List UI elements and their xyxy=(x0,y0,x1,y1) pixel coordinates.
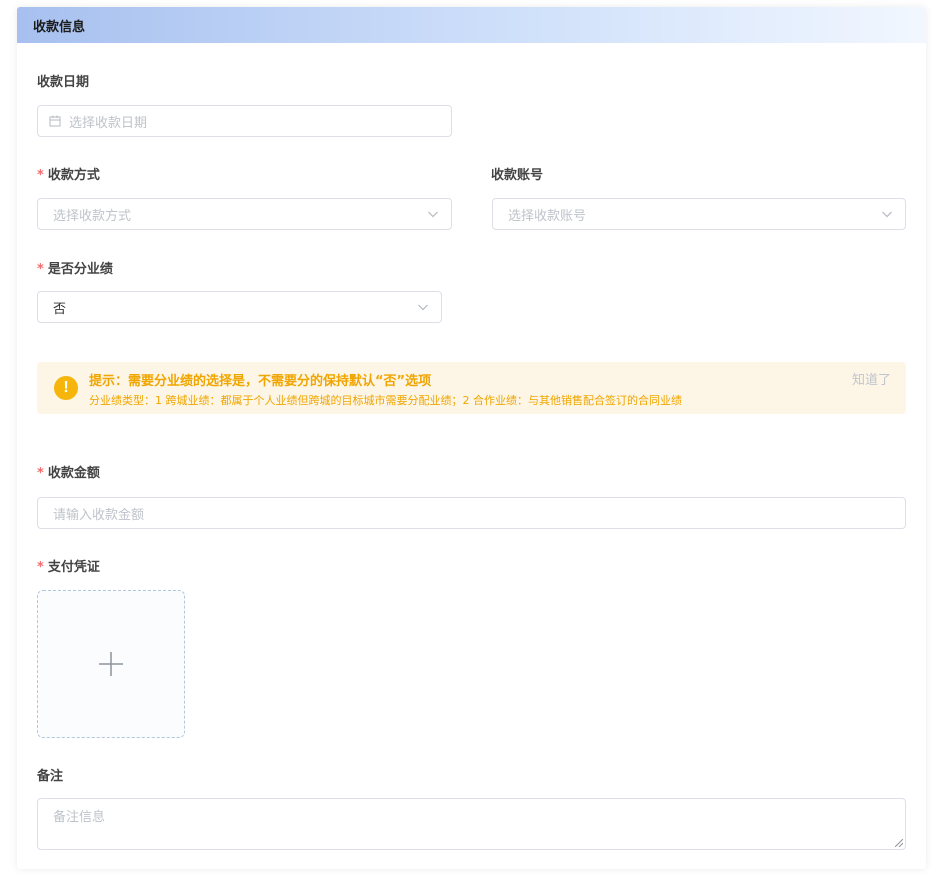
amount-input[interactable]: 请输入收款金额 xyxy=(37,497,906,529)
amount-label-text: 收款金额 xyxy=(47,466,100,481)
payment-method-label-text: 收款方式 xyxy=(47,168,100,183)
payment-date-placeholder: 选择收款日期 xyxy=(69,115,148,131)
payment-date-picker[interactable]: 选择收款日期 xyxy=(37,105,452,137)
tip-dismiss-button[interactable]: 知道了 xyxy=(852,369,891,388)
split-performance-label: * 是否分业绩 xyxy=(37,258,113,277)
tip-title: 提示：需要分业绩的选择是，不需要分的保持默认“否”选项 xyxy=(89,374,432,389)
split-performance-label-text: 是否分业绩 xyxy=(47,262,113,277)
payment-date-label: 收款日期 xyxy=(37,71,89,90)
payment-account-select[interactable]: 选择收款账号 xyxy=(492,198,906,230)
section-title: 收款信息 xyxy=(17,7,926,43)
resize-handle-icon[interactable] xyxy=(895,839,903,847)
tip-description: 分业绩类型：1 跨城业绩：都属于个人业绩但跨城的目标城市需要分配业绩；2 合作业… xyxy=(89,394,682,407)
calendar-icon xyxy=(49,115,61,127)
payment-account-placeholder: 选择收款账号 xyxy=(508,208,587,224)
amount-label: * 收款金额 xyxy=(37,462,100,481)
required-mark: * xyxy=(37,168,44,183)
plus-icon xyxy=(99,652,123,676)
remark-label: 备注 xyxy=(37,765,63,784)
split-performance-value: 否 xyxy=(53,301,67,317)
voucher-label-text: 支付凭证 xyxy=(47,560,100,575)
chevron-down-icon xyxy=(882,211,892,218)
chevron-down-icon xyxy=(428,211,438,218)
payment-method-label: * 收款方式 xyxy=(37,164,100,183)
chevron-down-icon xyxy=(418,304,428,311)
payment-account-label-text: 收款账号 xyxy=(491,168,544,183)
remark-placeholder: 备注信息 xyxy=(53,810,106,825)
payment-method-placeholder: 选择收款方式 xyxy=(53,208,132,224)
warning-icon: ! xyxy=(54,376,78,400)
remark-label-text: 备注 xyxy=(37,769,64,784)
required-mark: * xyxy=(37,560,44,575)
remark-textarea[interactable]: 备注信息 xyxy=(37,798,906,850)
amount-placeholder: 请输入收款金额 xyxy=(53,507,145,523)
voucher-upload-button[interactable] xyxy=(37,590,185,738)
payment-account-label: 收款账号 xyxy=(491,164,543,183)
voucher-label: * 支付凭证 xyxy=(37,556,100,575)
payment-date-label-text: 收款日期 xyxy=(37,75,90,90)
split-performance-select[interactable]: 否 xyxy=(37,291,442,323)
tip-alert: ! 提示：需要分业绩的选择是，不需要分的保持默认“否”选项 分业绩类型：1 跨城… xyxy=(37,362,906,414)
required-mark: * xyxy=(37,466,44,481)
payment-method-select[interactable]: 选择收款方式 xyxy=(37,198,452,230)
required-mark: * xyxy=(37,262,44,277)
